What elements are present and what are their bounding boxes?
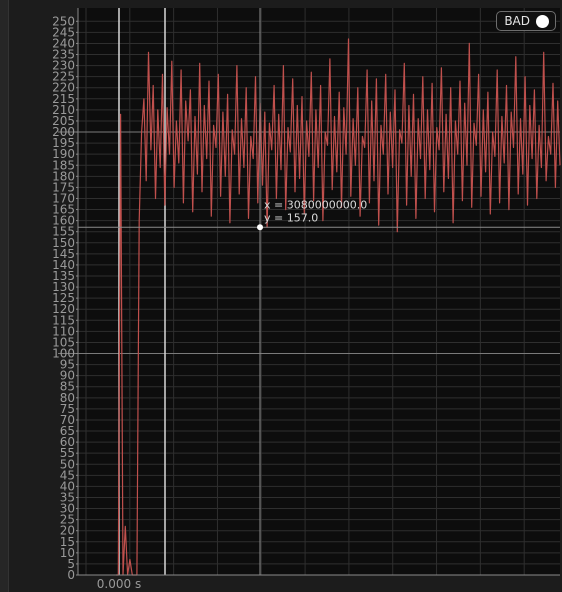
bad-label: BAD	[504, 14, 530, 28]
cursor-readout-y: y = 157.0	[264, 211, 318, 224]
cursor-point[interactable]	[257, 224, 263, 231]
x-tick-label: 0.000 s	[97, 577, 141, 591]
line-chart[interactable]: 0510152025303540455055606570758085909510…	[0, 0, 562, 592]
cursor-readout-x: x = 3080000000.0	[264, 198, 367, 211]
y-tick-label: 250	[52, 14, 75, 28]
y-axis-ticks: 0510152025303540455055606570758085909510…	[52, 14, 78, 582]
status-dot-icon	[536, 14, 549, 28]
bad-status-toggle[interactable]: BAD	[496, 11, 556, 31]
